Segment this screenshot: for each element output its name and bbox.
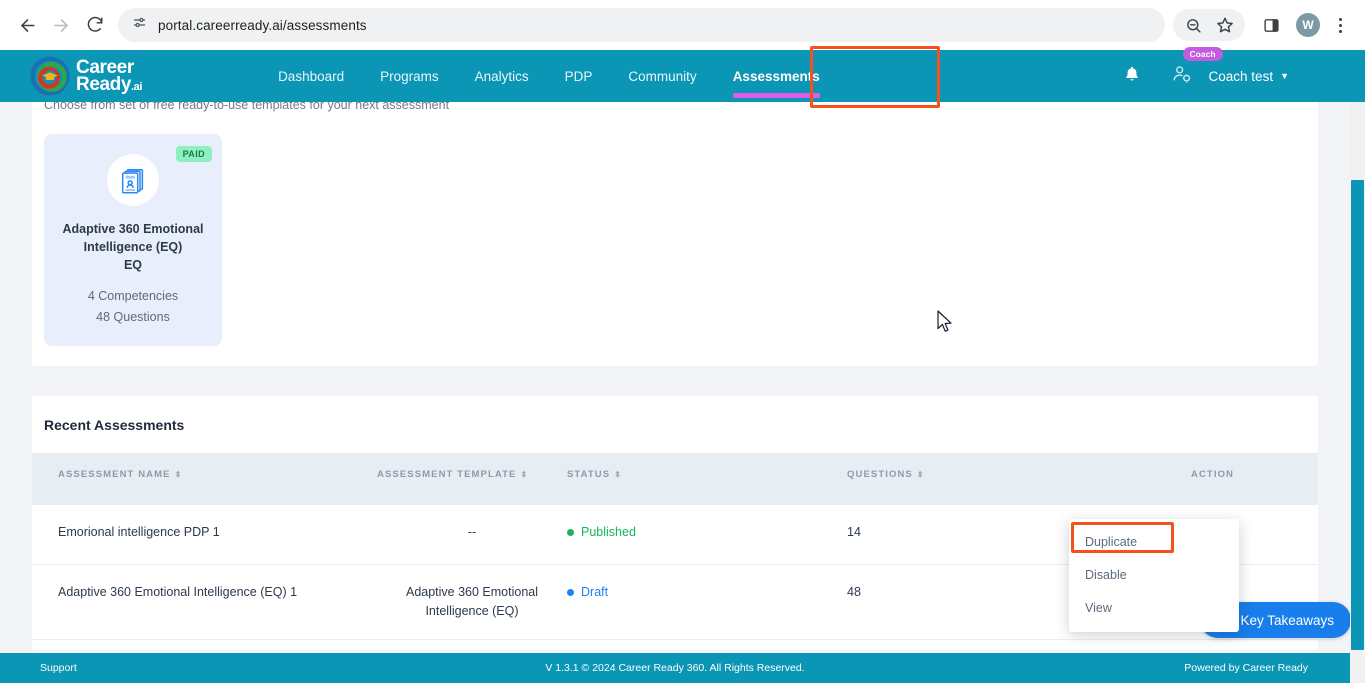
scroll-down-arrow-icon[interactable]	[1350, 668, 1365, 683]
cell-assessment-name: Emorional intelligence PDP 1	[32, 505, 377, 565]
career-ready-logo-icon	[30, 56, 70, 96]
template-name: Adaptive 360 Emotional Intelligence (EQ)…	[58, 220, 208, 274]
star-icon[interactable]	[1209, 9, 1241, 41]
menu-item-disable[interactable]: Disable	[1069, 559, 1239, 592]
template-questions: 48 Questions	[96, 310, 170, 324]
reload-button[interactable]	[78, 8, 112, 42]
nav-item-pdp[interactable]: PDP	[547, 50, 611, 102]
screenshot-root: portal.careerready.ai/assessments	[0, 0, 1365, 683]
column-header-assessment-name[interactable]: ASSESSMENT NAME⬍	[32, 453, 377, 505]
status-dot-icon	[567, 589, 574, 596]
recent-assessments-title: Recent Assessments	[32, 396, 1318, 453]
back-arrow-icon	[18, 16, 37, 35]
logo-suffix: .ai	[131, 81, 142, 93]
forward-button[interactable]	[44, 8, 78, 42]
reload-icon	[86, 16, 104, 34]
vertical-scrollbar[interactable]: ▲	[1350, 50, 1365, 683]
role-badge: Coach	[1183, 47, 1223, 61]
nav-item-programs[interactable]: Programs	[362, 50, 457, 102]
sort-icon[interactable]: ⬍	[614, 470, 621, 479]
omnibox-actions	[1173, 9, 1245, 41]
key-takeaways-label: Key Takeaways	[1240, 613, 1334, 628]
scrollbar-header-overlay	[1350, 50, 1365, 102]
column-header-status[interactable]: STATUS⬍	[567, 453, 847, 505]
logo-line-2: Ready.ai	[76, 76, 142, 93]
template-icon-circle	[107, 154, 159, 206]
bell-icon[interactable]	[1123, 65, 1141, 88]
template-card-adaptive-360-eq[interactable]: PAID Adaptive 360 Emotio	[44, 134, 222, 346]
nav-item-analytics[interactable]: Analytics	[457, 50, 547, 102]
template-name-line1: Adaptive 360 Emotional	[62, 222, 203, 236]
url-text: portal.careerready.ai/assessments	[158, 18, 367, 33]
nav-item-dashboard[interactable]: Dashboard	[260, 50, 362, 102]
paid-badge: PAID	[176, 146, 212, 162]
back-button[interactable]	[10, 8, 44, 42]
site-header: Career Ready.ai Dashboard Programs Analy…	[0, 50, 1365, 102]
profile-avatar[interactable]: W	[1296, 13, 1320, 37]
toolbar-right-group: W	[1173, 9, 1355, 41]
template-competencies: 4 Competencies	[88, 289, 178, 303]
status-badge: Draft	[567, 583, 847, 602]
page-footer: Support V 1.3.1 © 2024 Career Ready 360.…	[0, 653, 1350, 683]
user-name-label: Coach test	[1209, 69, 1274, 84]
three-dot-menu-icon[interactable]	[1329, 9, 1351, 41]
header-right-group: Coach Coach test ▼	[1123, 63, 1289, 90]
table-header-row: ASSESSMENT NAME⬍ ASSESSMENT TEMPLATE⬍ ST…	[32, 453, 1318, 505]
main-navigation: Dashboard Programs Analytics PDP Communi…	[260, 50, 838, 102]
menu-item-duplicate[interactable]: Duplicate	[1069, 526, 1239, 559]
sort-icon[interactable]: ⬍	[520, 470, 527, 479]
table-head: ASSESSMENT NAME⬍ ASSESSMENT TEMPLATE⬍ ST…	[32, 453, 1318, 505]
cell-status: Draft	[567, 564, 847, 640]
forward-arrow-icon	[52, 16, 71, 35]
footer-copyright: V 1.3.1 © 2024 Career Ready 360. All Rig…	[0, 662, 1350, 674]
menu-item-view[interactable]: View	[1069, 592, 1239, 625]
cell-assessment-template: --	[377, 505, 567, 565]
logo-wordmark: Career Ready.ai	[76, 59, 142, 94]
sort-icon[interactable]: ⬍	[175, 470, 182, 479]
chevron-down-icon: ▼	[1280, 71, 1289, 81]
status-badge: Published	[567, 523, 847, 542]
cell-assessment-template: Adaptive 360 Emotional Intelligence (EQ)	[377, 564, 567, 640]
row-action-menu: Duplicate Disable View	[1069, 519, 1239, 632]
address-bar[interactable]: portal.careerready.ai/assessments	[118, 8, 1165, 42]
assessment-document-icon	[118, 165, 148, 195]
cell-status: Published	[567, 505, 847, 565]
template-name-line3: EQ	[124, 258, 142, 272]
template-meta: 4 Competencies 48 Questions	[58, 286, 208, 327]
user-menu[interactable]: Coach test ▼	[1209, 69, 1289, 84]
search-zoom-icon[interactable]	[1177, 9, 1209, 41]
scrollbar-thumb[interactable]	[1351, 180, 1364, 650]
sort-icon[interactable]: ⬍	[917, 470, 924, 479]
column-header-action: ACTION	[1167, 453, 1318, 505]
site-settings-icon[interactable]	[132, 15, 147, 35]
browser-toolbar: portal.careerready.ai/assessments	[0, 0, 1365, 50]
column-header-questions[interactable]: QUESTIONS⬍	[847, 453, 1167, 505]
status-dot-icon	[567, 529, 574, 536]
nav-item-assessments[interactable]: Assessments	[715, 50, 838, 102]
column-header-assessment-template[interactable]: ASSESSMENT TEMPLATE⬍	[377, 453, 567, 505]
site-logo[interactable]: Career Ready.ai	[30, 56, 142, 96]
mouse-cursor	[937, 310, 954, 334]
user-settings-icon[interactable]: Coach	[1171, 63, 1193, 90]
cell-assessment-name: Adaptive 360 Emotional Intelligence (EQ)…	[32, 564, 377, 640]
template-name-line2: Intelligence (EQ)	[84, 240, 183, 254]
nav-item-community[interactable]: Community	[610, 50, 714, 102]
side-panel-icon[interactable]	[1255, 9, 1287, 41]
